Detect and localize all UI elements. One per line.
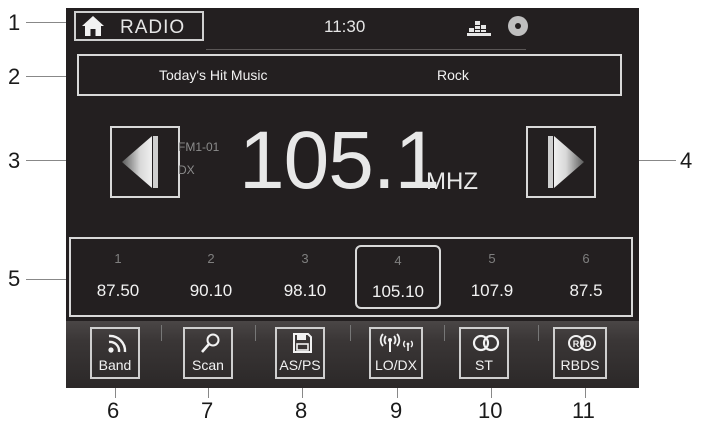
callout-11: 11 (572, 398, 595, 423)
function-bar: Band Scan AS/PS LO/DX ST R D RBDS (66, 321, 639, 388)
preset-number: 2 (207, 251, 215, 266)
callout-1-leader (26, 22, 68, 23)
rbds-button-label: RBDS (560, 357, 600, 373)
divider (206, 49, 526, 50)
preset-frequency: 90.10 (189, 281, 233, 300)
as-ps-button-label: AS/PS (279, 357, 321, 373)
preset-number: 3 (301, 251, 309, 266)
callout-10: 10 (478, 398, 503, 423)
separator (444, 325, 445, 341)
preset-frequency: 87.5 (569, 281, 603, 300)
rbds-icon: R D (568, 335, 596, 351)
top-bar: RADIO 11:30 (66, 8, 639, 45)
preset-2[interactable]: 2 90.10 (166, 239, 256, 315)
scan-button[interactable]: Scan (183, 327, 233, 379)
rbds-button[interactable]: R D RBDS (553, 327, 607, 379)
preset-frequency: 98.10 (283, 281, 327, 300)
callout-5: 5 (8, 266, 21, 291)
callout-6: 6 (107, 398, 120, 423)
callout-1: 1 (8, 10, 21, 35)
lo-dx-button[interactable]: LO/DX (369, 327, 423, 379)
stereo-button[interactable]: ST (459, 327, 509, 379)
separator (350, 325, 351, 341)
antenna-icon (379, 333, 413, 352)
program-type: Rock (437, 67, 469, 83)
dx-mode-label: DX (178, 163, 195, 177)
as-ps-button[interactable]: AS/PS (275, 327, 325, 379)
equalizer-icon[interactable] (466, 17, 492, 37)
preset-number: 4 (394, 253, 402, 268)
save-icon (293, 333, 312, 353)
preset-number: 5 (488, 251, 496, 266)
scan-icon (201, 333, 220, 353)
band-icon (108, 334, 127, 353)
band-button[interactable]: Band (90, 327, 140, 379)
separator (255, 325, 256, 341)
callout-7: 7 (201, 398, 214, 423)
radio-screen: RADIO 11:30 Today's Hit Music Rock FM1-0… (66, 8, 639, 388)
svg-text:R: R (573, 339, 580, 349)
callout-5-leader (26, 279, 70, 280)
preset-frequency: 87.50 (96, 281, 140, 300)
band-info: FM1-01 DX (178, 136, 219, 182)
disc-icon[interactable] (508, 16, 528, 36)
seek-back-button[interactable] (110, 126, 180, 198)
home-label: RADIO (120, 17, 186, 38)
frequency-display: 105.1 (239, 115, 440, 206)
preset-1[interactable]: 1 87.50 (73, 239, 163, 315)
callout-4: 4 (680, 148, 693, 173)
preset-frequency: 105.10 (372, 282, 424, 301)
right-arrow-icon (548, 136, 584, 188)
left-arrow-icon (122, 136, 158, 188)
preset-4-selected[interactable]: 4 105.10 (355, 245, 441, 309)
callout-3: 3 (8, 148, 21, 173)
seek-forward-button[interactable] (526, 126, 596, 198)
preset-number: 6 (582, 251, 590, 266)
callout-2: 2 (8, 64, 21, 89)
separator (538, 325, 539, 341)
callout-9: 9 (390, 398, 403, 423)
preset-6[interactable]: 6 87.5 (541, 239, 631, 315)
home-button[interactable]: RADIO (74, 11, 204, 41)
home-icon (82, 16, 104, 36)
clock: 11:30 (324, 17, 366, 36)
preset-frequency: 107.9 (470, 281, 514, 300)
station-name: Today's Hit Music (159, 67, 268, 83)
preset-3[interactable]: 3 98.10 (260, 239, 350, 315)
stereo-button-label: ST (475, 357, 493, 373)
callout-8: 8 (295, 398, 308, 423)
svg-text:D: D (585, 339, 592, 349)
stereo-icon (472, 334, 500, 352)
rds-info-box: Today's Hit Music Rock (77, 54, 622, 96)
lo-dx-button-label: LO/DX (374, 357, 417, 373)
preset-5[interactable]: 5 107.9 (447, 239, 537, 315)
separator (161, 325, 162, 341)
preset-list: 1 87.50 2 90.10 3 98.10 4 105.10 5 107.9… (69, 237, 633, 317)
band-preset-label: FM1-01 (178, 140, 220, 154)
band-button-label: Band (98, 357, 132, 373)
frequency-unit: MHZ (426, 168, 478, 195)
scan-button-label: Scan (192, 357, 224, 373)
preset-number: 1 (114, 251, 122, 266)
